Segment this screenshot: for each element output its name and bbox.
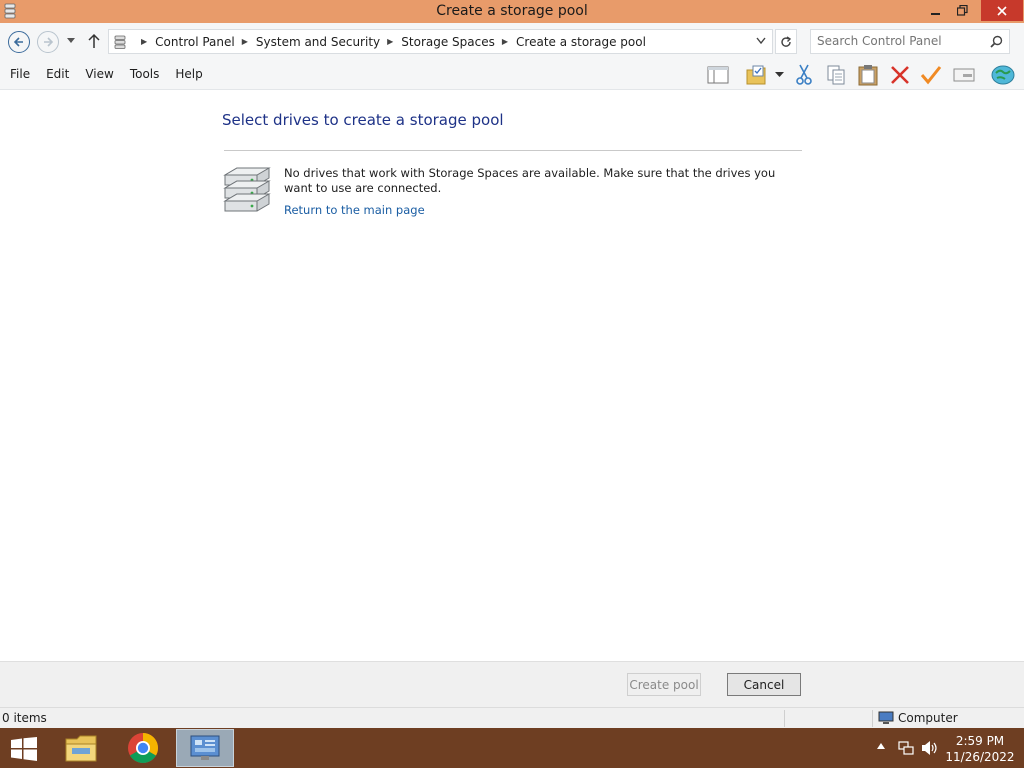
folder-icon — [65, 735, 97, 762]
refresh-icon — [781, 35, 792, 47]
close-button[interactable] — [981, 0, 1023, 21]
copy-button[interactable] — [823, 62, 849, 88]
paste-icon — [858, 65, 878, 86]
search-input[interactable] — [817, 34, 985, 48]
status-divider — [784, 710, 785, 727]
clock-date: 11/26/2022 — [945, 750, 1015, 764]
status-location-label: Computer — [898, 711, 958, 725]
breadcrumb-system-and-security[interactable]: System and Security — [256, 35, 380, 49]
globe-button[interactable] — [990, 62, 1016, 88]
recent-locations-dropdown-icon[interactable] — [66, 37, 76, 45]
status-location: Computer — [878, 711, 958, 725]
chevron-right-icon[interactable]: ▶ — [141, 37, 147, 46]
system-clock[interactable]: 2:59 PM 11/26/2022 — [944, 733, 1016, 765]
menu-help[interactable]: Help — [175, 67, 202, 81]
arrow-right-icon — [44, 37, 54, 47]
minimize-button[interactable] — [922, 0, 950, 21]
taskbar-file-explorer[interactable] — [52, 729, 110, 767]
chevron-right-icon[interactable]: ▶ — [242, 37, 248, 46]
taskbar-chrome[interactable] — [114, 729, 172, 767]
control-panel-icon — [190, 735, 220, 760]
status-bar: 0 items Computer — [0, 707, 1024, 728]
cut-icon — [796, 64, 812, 85]
volume-icon[interactable] — [921, 740, 939, 756]
folder-check-icon — [746, 65, 766, 85]
chevron-down-icon[interactable] — [756, 37, 766, 45]
restore-icon — [956, 5, 968, 16]
paste-button[interactable] — [855, 62, 881, 88]
item-count: 0 items — [2, 711, 47, 725]
windows-start-icon[interactable] — [10, 737, 38, 761]
divider — [224, 150, 802, 151]
refresh-button[interactable] — [775, 29, 797, 54]
window-title: Create a storage pool — [436, 3, 588, 19]
restore-button[interactable] — [948, 0, 976, 21]
menu-view[interactable]: View — [85, 67, 113, 81]
properties-icon — [953, 68, 975, 82]
chevron-right-icon[interactable]: ▶ — [502, 37, 508, 46]
chevron-right-icon[interactable]: ▶ — [387, 37, 393, 46]
close-icon — [997, 5, 1007, 16]
menu-tools[interactable]: Tools — [130, 67, 160, 81]
taskbar: 2:59 PM 11/26/2022 — [0, 728, 1024, 768]
page-title: Select drives to create a storage pool — [222, 111, 504, 129]
menu-file[interactable]: File — [10, 67, 30, 81]
delete-button[interactable] — [887, 62, 913, 88]
main-content: Select drives to create a storage pool N… — [0, 91, 1024, 661]
breadcrumb-control-panel[interactable]: Control Panel — [155, 35, 235, 49]
taskbar-control-panel[interactable] — [176, 729, 234, 767]
computer-icon — [878, 711, 894, 724]
delete-icon — [891, 66, 909, 84]
search-box[interactable] — [810, 29, 1010, 54]
clock-time: 2:59 PM — [955, 734, 1005, 748]
arrow-left-icon — [13, 37, 23, 47]
breadcrumb-storage-spaces[interactable]: Storage Spaces — [401, 35, 495, 49]
back-button[interactable] — [8, 31, 30, 53]
breadcrumb: ▶ Control Panel ▶ System and Security ▶ … — [134, 30, 646, 53]
properties-button[interactable] — [951, 62, 977, 88]
navigation-bar: ▶ Control Panel ▶ System and Security ▶ … — [0, 23, 1024, 60]
up-arrow-icon[interactable] — [88, 33, 100, 49]
no-drives-message: No drives that work with Storage Spaces … — [284, 166, 776, 195]
menu-edit[interactable]: Edit — [46, 67, 69, 81]
create-pool-button[interactable]: Create pool — [627, 673, 701, 696]
folder-options-dropdown[interactable] — [771, 62, 787, 88]
forward-button[interactable] — [37, 31, 59, 53]
network-icon[interactable] — [898, 740, 914, 756]
cancel-button[interactable]: Cancel — [727, 673, 801, 696]
dialog-footer: Create pool Cancel — [0, 661, 1024, 707]
title-bar: Create a storage pool — [0, 0, 1024, 23]
apply-button[interactable] — [918, 62, 944, 88]
address-bar[interactable]: ▶ Control Panel ▶ System and Security ▶ … — [108, 29, 773, 54]
drives-icon — [223, 167, 271, 212]
breadcrumb-create-storage-pool[interactable]: Create a storage pool — [516, 35, 646, 49]
dropdown-arrow-icon — [774, 72, 784, 77]
folder-options-button[interactable] — [743, 62, 769, 88]
checkmark-icon — [920, 66, 942, 85]
return-main-page-link[interactable]: Return to the main page — [284, 203, 425, 217]
search-icon[interactable] — [990, 35, 1003, 48]
minimize-icon — [931, 12, 940, 15]
layout-icon — [707, 66, 729, 84]
cut-button[interactable] — [791, 62, 817, 88]
storage-icon — [114, 35, 126, 49]
copy-icon — [827, 65, 845, 85]
status-divider — [872, 710, 873, 727]
layout-button[interactable] — [705, 62, 731, 88]
chrome-icon — [128, 733, 159, 764]
show-hidden-icons-icon[interactable] — [877, 743, 885, 749]
menu-bar: File Edit View Tools Help — [0, 60, 1024, 90]
globe-icon — [991, 65, 1015, 85]
